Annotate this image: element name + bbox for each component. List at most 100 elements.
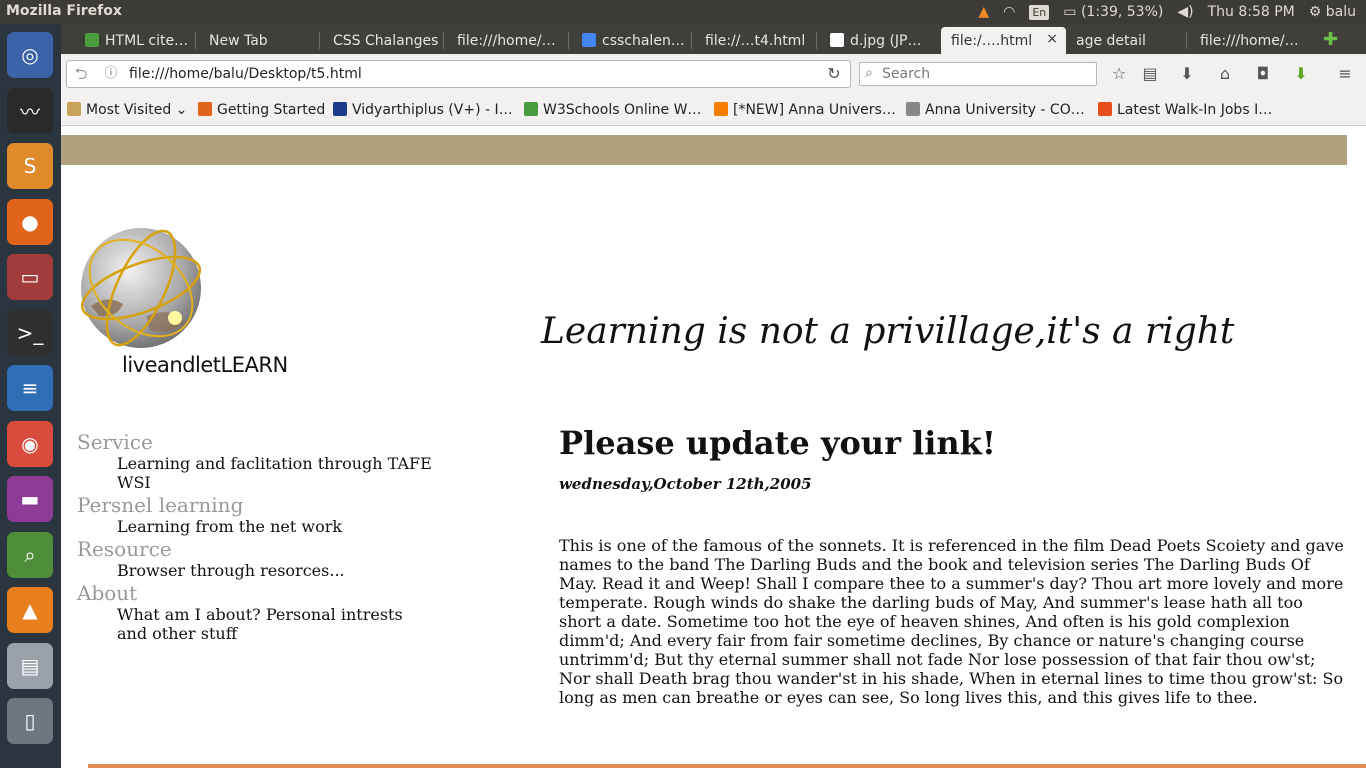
- post-date: wednesday,October 12th,2005: [559, 475, 812, 493]
- tab-close-icon[interactable]: ×: [1046, 31, 1058, 47]
- bookmark-item[interactable]: Most Visited ⌄: [67, 102, 187, 118]
- sublime-text-icon[interactable]: S: [7, 143, 53, 189]
- nav-description: Learning and faclitation through TAFE WS…: [117, 454, 432, 492]
- tab-separator: [816, 32, 817, 49]
- firefox-icon[interactable]: ●: [7, 198, 53, 245]
- tab[interactable]: New Tab: [199, 27, 317, 54]
- header-banner: [61, 135, 1347, 165]
- tab-label: file://…t4.html: [705, 33, 806, 49]
- bookmark-favicon-icon: [714, 102, 728, 116]
- system-top-panel: Mozilla Firefox ▲ ◠ En ▭ (1:39, 53%) ◀) …: [0, 0, 1366, 24]
- bookmark-favicon-icon: [333, 102, 347, 116]
- tab-label: CSS Chalanges: [333, 33, 439, 49]
- gear-icon: ⚙: [1308, 4, 1322, 20]
- search-placeholder: Search: [882, 66, 931, 82]
- user-name: balu: [1325, 4, 1356, 20]
- bookmark-item[interactable]: Latest Walk-In Jobs I…: [1098, 102, 1272, 118]
- page-heading: Please update your link!: [559, 424, 996, 462]
- bookmark-star-icon[interactable]: ☆: [1109, 64, 1129, 84]
- bookmark-favicon-icon: [198, 102, 212, 116]
- system-monitor-icon[interactable]: 〰: [7, 87, 53, 134]
- tab-label: file:///home/…: [457, 33, 556, 49]
- url-bar[interactable]: ⮌ ⓘ file:///home/balu/Desktop/t5.html ↻: [66, 60, 851, 88]
- tab-separator: [195, 32, 196, 49]
- nav-heading[interactable]: Resource: [77, 537, 457, 561]
- new-tab-plus-icon[interactable]: ✚: [1323, 29, 1338, 50]
- tab-separator: [1186, 32, 1187, 49]
- bookmark-label: [*NEW] Anna Univers…: [733, 102, 896, 118]
- tab-active[interactable]: file:/….html ×: [941, 27, 1066, 54]
- body-text: This is one of the famous of the sonnets…: [559, 536, 1344, 707]
- tab[interactable]: file://…t4.html: [695, 27, 813, 54]
- tab[interactable]: file:///home/…: [447, 27, 565, 54]
- libreoffice-writer-icon[interactable]: ≡: [7, 365, 53, 411]
- reload-icon[interactable]: ↻: [824, 64, 844, 84]
- pocket-icon[interactable]: ◘: [1253, 64, 1273, 84]
- url-text[interactable]: file:///home/balu/Desktop/t5.html: [129, 66, 362, 82]
- keyboard-language-indicator[interactable]: En: [1029, 4, 1050, 20]
- tab-favicon-icon: [582, 33, 596, 47]
- chrome-icon[interactable]: ◉: [7, 420, 53, 467]
- tab-separator: [568, 32, 569, 49]
- reading-list-icon[interactable]: ▤: [1140, 64, 1160, 84]
- hamburger-menu-icon[interactable]: ≡: [1335, 64, 1355, 84]
- chevron-down-icon: ⌄: [171, 102, 188, 118]
- bookmark-favicon-icon: [1098, 102, 1112, 116]
- tab[interactable]: csschalen…: [572, 27, 690, 54]
- logo-text: liveandletLEARN: [122, 353, 288, 377]
- web-page: liveandletLEARN Learning is not a privil…: [61, 127, 1366, 768]
- battery-indicator[interactable]: ▭ (1:39, 53%): [1063, 4, 1163, 20]
- unity-launcher: ◎ 〰 S ● ▭ >_ ≡ ◉ ▬ ⌕ ▲ ▤ ▯: [0, 24, 61, 768]
- vlc-icon[interactable]: ▲: [7, 587, 53, 633]
- vlc-tray-icon[interactable]: ▲: [978, 4, 989, 20]
- tab[interactable]: d.jpg (JP…: [820, 27, 935, 54]
- tab-separator: [443, 32, 444, 49]
- info-icon[interactable]: ⓘ: [101, 64, 121, 84]
- bookmark-item[interactable]: Vidyarthiplus (V+) - I…: [333, 102, 513, 118]
- tab[interactable]: HTML cite…: [75, 27, 193, 54]
- bookmark-label: Anna University - CO…: [925, 102, 1085, 118]
- app-window-icon[interactable]: ▬: [7, 476, 53, 522]
- files-icon[interactable]: ▭: [7, 254, 53, 300]
- navigation-toolbar: ⮌ ⓘ file:///home/balu/Desktop/t5.html ↻ …: [61, 54, 1366, 94]
- bookmarks-toolbar: Most Visited ⌄ Getting Started Vidyarthipl…: [61, 94, 1366, 126]
- disk-icon[interactable]: ▤: [7, 642, 53, 689]
- bookmark-favicon-icon: [524, 102, 538, 116]
- tab[interactable]: CSS Chalanges: [323, 27, 441, 54]
- battery-status: (1:39, 53%): [1080, 4, 1164, 20]
- bookmark-item[interactable]: Anna University - CO…: [906, 102, 1085, 118]
- user-menu[interactable]: ⚙ balu: [1309, 4, 1356, 20]
- volume-icon[interactable]: ◀): [1177, 4, 1193, 20]
- devices-icon[interactable]: ▯: [7, 698, 53, 744]
- bookmark-label: Vidyarthiplus (V+) - I…: [352, 102, 513, 118]
- search-input[interactable]: ⌕ Search: [859, 62, 1097, 86]
- tab-label: file:/….html: [951, 33, 1033, 49]
- extension-download-icon[interactable]: ⬇: [1291, 64, 1311, 84]
- download-icon[interactable]: ⬇: [1177, 64, 1197, 84]
- side-navigation: Service Learning and faclitation through …: [77, 430, 457, 644]
- clock[interactable]: Thu 8:58 PM: [1208, 4, 1295, 20]
- nav-heading[interactable]: Service: [77, 430, 457, 454]
- nav-heading[interactable]: About: [77, 581, 457, 605]
- tab-label: d.jpg (JP…: [850, 33, 922, 49]
- bookmark-item[interactable]: W3Schools Online W…: [524, 102, 701, 118]
- nav-description: Browser through resorces...: [117, 561, 345, 580]
- terminal-icon[interactable]: >_: [7, 309, 53, 356]
- bookmark-item[interactable]: [*NEW] Anna Univers…: [714, 102, 896, 118]
- tab[interactable]: file:///home/…: [1190, 27, 1308, 54]
- nav-description: What am I about? Personal intrests and o…: [117, 605, 403, 643]
- tab[interactable]: age detail: [1066, 27, 1184, 54]
- bookmark-favicon-icon: [906, 102, 920, 116]
- home-icon[interactable]: ⌂: [1215, 64, 1235, 84]
- tab-label: age detail: [1076, 33, 1146, 49]
- back-icon[interactable]: ⮌: [71, 64, 91, 84]
- wifi-icon[interactable]: ◠: [1003, 4, 1015, 20]
- bookmark-item[interactable]: Getting Started: [198, 102, 325, 118]
- ubuntu-dash-icon[interactable]: ◎: [7, 32, 53, 78]
- system-tray: ▲ ◠ En ▭ (1:39, 53%) ◀) Thu 8:58 PM ⚙ ba…: [978, 0, 1366, 24]
- bookmark-label: Most Visited: [86, 102, 172, 118]
- search-icon: ⌕: [865, 65, 873, 81]
- tab-strip: HTML cite… New Tab CSS Chalanges file:///ho…: [61, 24, 1366, 54]
- image-viewer-icon[interactable]: ⌕: [7, 531, 53, 578]
- nav-heading[interactable]: Persnel learning: [77, 493, 457, 517]
